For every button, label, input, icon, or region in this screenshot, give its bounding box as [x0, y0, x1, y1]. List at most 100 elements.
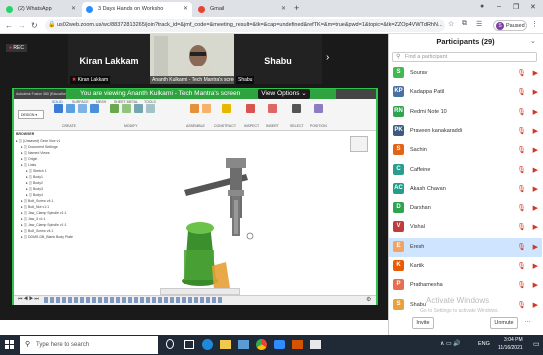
insert-icon[interactable] [268, 104, 277, 113]
video-tile-ananth[interactable]: Ananth Kulkarni - Tech Mantra's screen [150, 34, 242, 84]
participant-row[interactable]: S Sachin 🎙 ▶ [389, 141, 542, 160]
participant-row[interactable]: E Eresh 🎙 ▶ [389, 237, 542, 257]
group-position[interactable]: POSITION [310, 124, 327, 128]
video-off-icon[interactable]: ▶ [533, 243, 538, 251]
video-off-icon[interactable]: ▶ [533, 223, 538, 231]
participant-row[interactable]: C Caffeine 🎙 ▶ [389, 161, 542, 180]
muted-mic-icon[interactable]: 🎙 [517, 185, 526, 193]
view-options-button[interactable]: View Options ⌄ [258, 89, 310, 99]
participant-row[interactable]: K Kartik 🎙 ▶ [389, 257, 542, 276]
cortana-icon[interactable] [166, 339, 174, 349]
video-off-icon[interactable]: ▶ [533, 204, 538, 212]
store-icon[interactable] [238, 340, 249, 349]
address-bar[interactable]: 🔒 us02web.zoom.us/wc/88372813265/join?tr… [45, 19, 445, 32]
muted-mic-icon[interactable]: 🎙 [517, 243, 526, 251]
extensions-icon[interactable]: ⧉ [462, 20, 467, 28]
video-off-icon[interactable]: ▶ [533, 69, 538, 77]
reading-list-icon[interactable]: ☰ [476, 20, 482, 28]
back-button[interactable]: ← [5, 19, 13, 32]
design-workspace-dropdown[interactable]: DESIGN ▾ [18, 110, 44, 119]
muted-mic-icon[interactable]: 🎙 [517, 88, 526, 96]
measure-icon[interactable] [246, 104, 255, 113]
app-icon[interactable] [310, 340, 321, 349]
video-tile-kiran[interactable]: Kiran Lakkam ✖ Kiran Lakkam [68, 34, 150, 84]
new-sketch-icon[interactable] [54, 104, 63, 113]
group-assemble[interactable]: ASSEMBLE [186, 124, 205, 128]
muted-mic-icon[interactable]: 🎙 [517, 262, 526, 270]
participant-row[interactable]: V Vishal 🎙 ▶ [389, 218, 542, 237]
extrude-icon[interactable] [66, 104, 75, 113]
press-pull-icon[interactable] [110, 104, 119, 113]
model-viewport[interactable] [150, 140, 310, 290]
video-off-icon[interactable]: ▶ [533, 108, 538, 116]
more-icon[interactable]: … [524, 317, 531, 324]
select-icon[interactable] [292, 104, 301, 113]
reload-button[interactable]: ↻ [31, 19, 38, 32]
panel-menu-icon[interactable]: ⌄ [530, 37, 536, 45]
new-tab-button[interactable]: + [294, 3, 299, 13]
invite-button[interactable]: Invite [412, 317, 434, 329]
participant-search-input[interactable]: ⚲ Find a participant [392, 52, 537, 62]
group-construct[interactable]: CONSTRUCT [214, 124, 236, 128]
chamfer-icon[interactable] [134, 104, 143, 113]
video-off-icon[interactable]: ▶ [533, 262, 538, 270]
file-explorer-icon[interactable] [220, 340, 231, 349]
participant-row[interactable]: RN Redmi Note 10 🎙 ▶ [389, 103, 542, 122]
muted-mic-icon[interactable]: 🎙 [517, 223, 526, 231]
participant-row[interactable]: PK Praveen kanakaraddi 🎙 ▶ [389, 122, 542, 141]
participant-row[interactable]: KP Kadappa Patil 🎙 ▶ [389, 83, 542, 102]
participant-row[interactable]: P Prathamesha 🎙 ▶ [389, 276, 542, 295]
group-modify[interactable]: MODIFY [124, 124, 138, 128]
edge-icon[interactable] [202, 339, 213, 350]
video-off-icon[interactable]: ▶ [533, 281, 538, 289]
view-cube-icon[interactable] [350, 136, 368, 152]
maximize-button[interactable]: ❐ [513, 3, 519, 11]
muted-mic-icon[interactable]: 🎙 [517, 108, 526, 116]
task-view-icon[interactable] [184, 340, 194, 349]
settings-gear-icon[interactable]: ⚙ [366, 296, 371, 303]
position-icon[interactable] [314, 104, 323, 113]
as-built-joint-icon[interactable] [202, 104, 211, 113]
windows-start-icon[interactable] [5, 340, 14, 349]
group-insert[interactable]: INSERT [266, 124, 279, 128]
close-icon[interactable]: ✕ [183, 2, 188, 17]
fusion-app-icon[interactable] [292, 340, 303, 349]
star-icon[interactable]: ☆ [448, 20, 454, 28]
participant-row[interactable]: S Sourav 🎙 ▶ [389, 64, 542, 83]
fillet-icon[interactable] [122, 104, 131, 113]
muted-mic-icon[interactable]: 🎙 [517, 301, 526, 309]
unmute-button[interactable]: Unmute [490, 317, 518, 329]
joint-icon[interactable] [190, 104, 199, 113]
language-indicator[interactable]: ENG [478, 341, 490, 347]
taskbar-clock[interactable]: 3:04 PM 11/16/2021 [498, 336, 523, 352]
participant-row[interactable]: D Darshan 🎙 ▶ [389, 199, 542, 218]
close-icon[interactable]: ✕ [281, 2, 286, 17]
revolve-icon[interactable] [78, 104, 87, 113]
chrome-icon[interactable] [256, 339, 267, 350]
zoom-app-icon[interactable] [274, 340, 285, 349]
video-off-icon[interactable]: ▶ [533, 146, 538, 154]
navigation-bar[interactable] [160, 288, 240, 295]
tab-zoom[interactable]: 3 Days Hands on Worksho ✕ [82, 2, 192, 17]
muted-mic-icon[interactable]: 🎙 [517, 146, 526, 154]
muted-mic-icon[interactable]: 🎙 [517, 281, 526, 289]
video-off-icon[interactable]: ▶ [533, 185, 538, 193]
minimize-button[interactable]: – [497, 3, 501, 10]
tab-whatsapp[interactable]: (2) WhatsApp ✕ [2, 2, 80, 17]
video-off-icon[interactable]: ▶ [533, 166, 538, 174]
profile-button[interactable]: S Paused [493, 20, 527, 31]
shell-icon[interactable] [146, 104, 155, 113]
forward-button[interactable]: → [18, 19, 26, 32]
browser-tree-item[interactable]: ▸ ◫ DDMS-DB_Blank Body Plate [16, 234, 86, 240]
video-off-icon[interactable]: ▶ [533, 88, 538, 96]
taskbar-search-input[interactable]: ⚲ Type here to search [20, 336, 158, 354]
menu-icon[interactable]: ⋮ [531, 20, 538, 28]
group-inspect[interactable]: INSPECT [244, 124, 259, 128]
muted-mic-icon[interactable]: 🎙 [517, 127, 526, 135]
muted-mic-icon[interactable]: 🎙 [517, 166, 526, 174]
system-tray-icons[interactable]: ∧ ▭ 🔊 [440, 340, 461, 347]
video-off-icon[interactable]: ▶ [533, 301, 538, 309]
muted-mic-icon[interactable]: 🎙 [517, 69, 526, 77]
group-select[interactable]: SELECT [290, 124, 304, 128]
close-icon[interactable]: ✕ [71, 2, 76, 17]
